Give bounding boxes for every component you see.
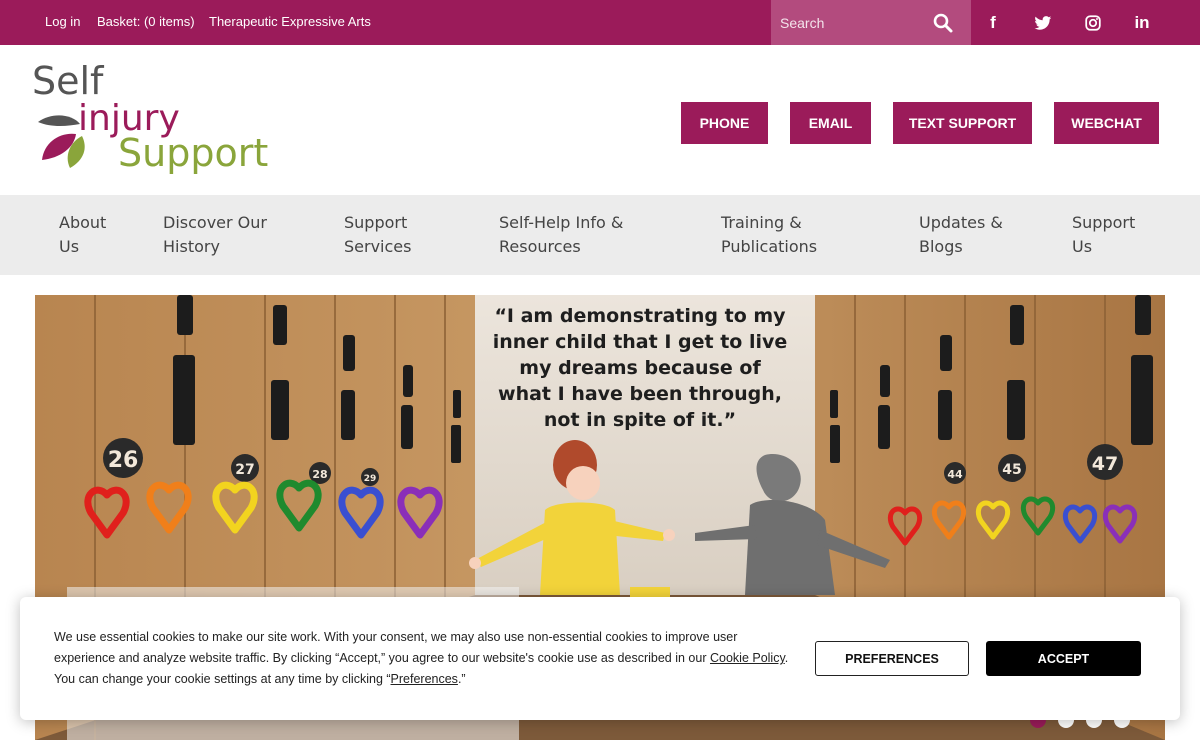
main-nav: About Us Discover Our History Support Servi… [0,195,1200,275]
cookie-banner: We use essential cookies to make our sit… [20,597,1180,720]
login-link[interactable]: Log in [45,14,80,29]
nav-about-us[interactable]: About Us [59,211,106,259]
preferences-button[interactable]: PREFERENCES [815,641,969,676]
nav-support-services[interactable]: Support Services [344,211,411,259]
hero-quote: “I am demonstrating to my inner child th… [492,305,788,431]
cookie-message: We use essential cookies to make our sit… [54,630,789,686]
svg-text:44: 44 [947,468,963,481]
search-input[interactable] [771,0,926,45]
logo-self-text: Self [32,60,105,103]
therapeutic-arts-link[interactable]: Therapeutic Expressive Arts [209,14,371,29]
nav-discover-history[interactable]: Discover Our History [163,211,267,259]
text-support-button[interactable]: TEXT SUPPORT [893,102,1032,144]
nav-updates-blogs[interactable]: Updates & Blogs [919,211,1003,259]
email-button[interactable]: EMAIL [790,102,871,144]
nav-training[interactable]: Training & Publications [721,211,817,259]
search-icon[interactable] [931,11,955,35]
search-box [771,0,971,45]
nav-self-help[interactable]: Self-Help Info & Resources [499,211,623,259]
top-bar: Log in Basket: (0 items) Therapeutic Exp… [0,0,1200,45]
site-logo[interactable]: Self injury Support [30,59,270,180]
logo-support-text: Support [118,131,268,175]
basket-link[interactable]: Basket: (0 items) [97,14,195,29]
svg-text:28: 28 [312,468,327,481]
nav-support-us[interactable]: Support Us [1072,211,1135,259]
facebook-icon[interactable]: f [982,12,1004,34]
svg-text:29: 29 [364,474,377,484]
svg-text:27: 27 [235,462,254,478]
svg-text:45: 45 [1002,462,1021,478]
accept-button[interactable]: ACCEPT [986,641,1141,676]
preferences-link[interactable]: Preferences [391,672,458,686]
svg-text:26: 26 [108,448,139,473]
cookie-policy-link[interactable]: Cookie Policy [710,651,785,665]
webchat-button[interactable]: WEBCHAT [1054,102,1159,144]
twitter-icon[interactable] [1032,12,1054,34]
linkedin-icon[interactable]: in [1131,12,1153,34]
instagram-icon[interactable] [1082,12,1104,34]
svg-text:47: 47 [1092,453,1118,475]
phone-button[interactable]: PHONE [681,102,768,144]
